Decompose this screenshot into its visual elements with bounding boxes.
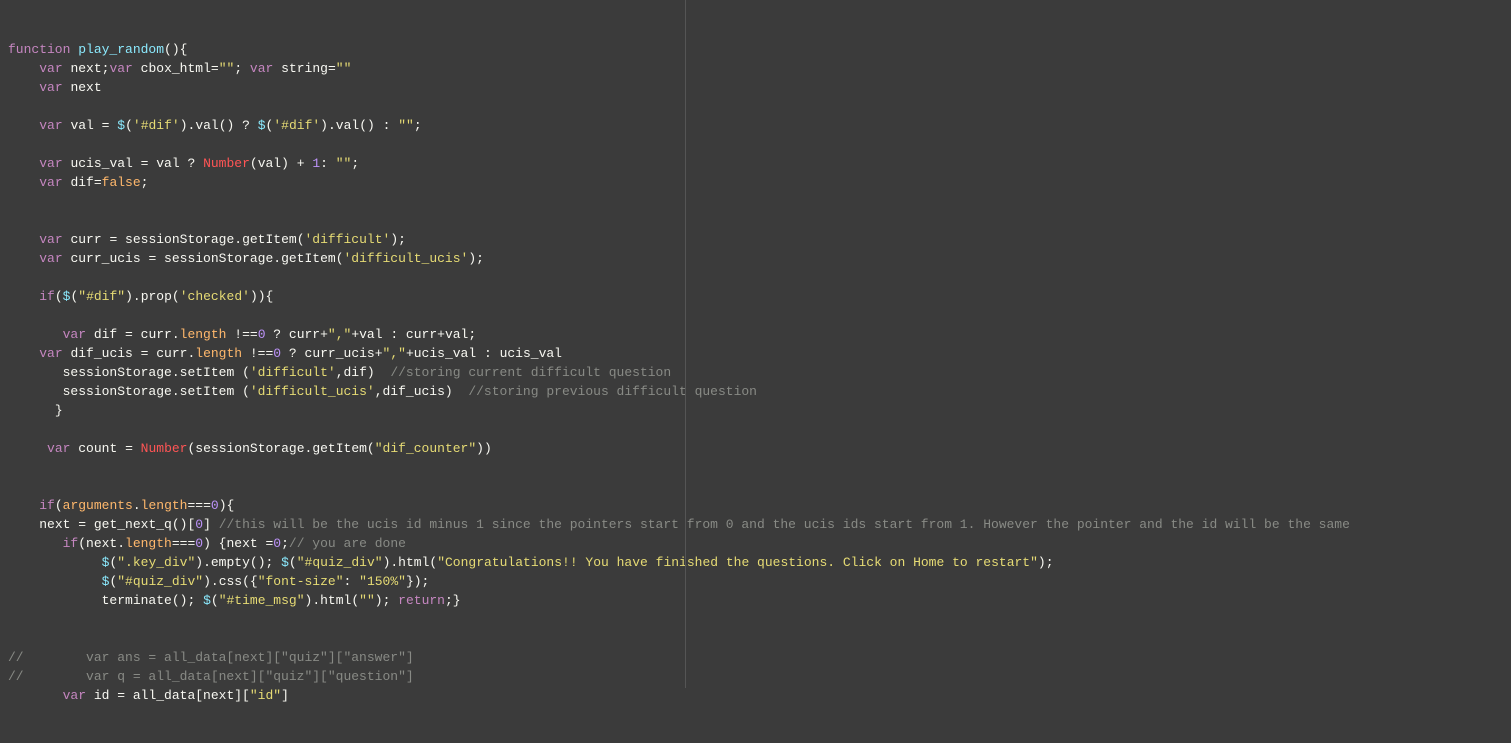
code-line[interactable]: [8, 135, 1507, 154]
code-line[interactable]: [8, 610, 1507, 629]
code-line[interactable]: var dif=false;: [8, 173, 1507, 192]
code-line[interactable]: var next: [8, 78, 1507, 97]
code-line[interactable]: // var ans = all_data[next]["quiz"]["ans…: [8, 648, 1507, 667]
code-line[interactable]: next = get_next_q()[0] //this will be th…: [8, 515, 1507, 534]
code-editor[interactable]: function play_random(){ var next;var cbo…: [0, 0, 1511, 688]
code-line[interactable]: $("#quiz_div").css({"font-size": "150%"}…: [8, 572, 1507, 591]
code-line[interactable]: terminate(); $("#time_msg").html(""); re…: [8, 591, 1507, 610]
code-line[interactable]: [8, 306, 1507, 325]
code-line[interactable]: sessionStorage.setItem ('difficult_ucis'…: [8, 382, 1507, 401]
code-line[interactable]: var val = $('#dif').val() ? $('#dif').va…: [8, 116, 1507, 135]
code-line[interactable]: }: [8, 401, 1507, 420]
code-line[interactable]: if(arguments.length===0){: [8, 496, 1507, 515]
code-line[interactable]: [8, 192, 1507, 211]
code-line[interactable]: var next;var cbox_html=""; var string="": [8, 59, 1507, 78]
code-line[interactable]: var curr = sessionStorage.getItem('diffi…: [8, 230, 1507, 249]
code-line[interactable]: var curr_ucis = sessionStorage.getItem('…: [8, 249, 1507, 268]
code-line[interactable]: var count = Number(sessionStorage.getIte…: [8, 439, 1507, 458]
code-line[interactable]: [8, 211, 1507, 230]
code-line[interactable]: var id = all_data[next]["id"]: [8, 686, 1507, 705]
code-line[interactable]: sessionStorage.setItem ('difficult',dif)…: [8, 363, 1507, 382]
code-line[interactable]: var dif_ucis = curr.length !==0 ? curr_u…: [8, 344, 1507, 363]
code-line[interactable]: function play_random(){: [8, 40, 1507, 59]
code-line[interactable]: [8, 629, 1507, 648]
code-line[interactable]: var dif = curr.length !==0 ? curr+","+va…: [8, 325, 1507, 344]
code-line[interactable]: [8, 477, 1507, 496]
code-line[interactable]: if(next.length===0) {next =0;// you are …: [8, 534, 1507, 553]
code-line[interactable]: if($("#dif").prop('checked')){: [8, 287, 1507, 306]
code-line[interactable]: var ucis_val = val ? Number(val) + 1: ""…: [8, 154, 1507, 173]
code-line[interactable]: [8, 458, 1507, 477]
code-line[interactable]: $(".key_div").empty(); $("#quiz_div").ht…: [8, 553, 1507, 572]
code-line[interactable]: [8, 420, 1507, 439]
code-line[interactable]: [8, 268, 1507, 287]
code-content: function play_random(){ var next;var cbo…: [8, 40, 1507, 705]
code-line[interactable]: [8, 97, 1507, 116]
code-line[interactable]: // var q = all_data[next]["quiz"]["quest…: [8, 667, 1507, 686]
